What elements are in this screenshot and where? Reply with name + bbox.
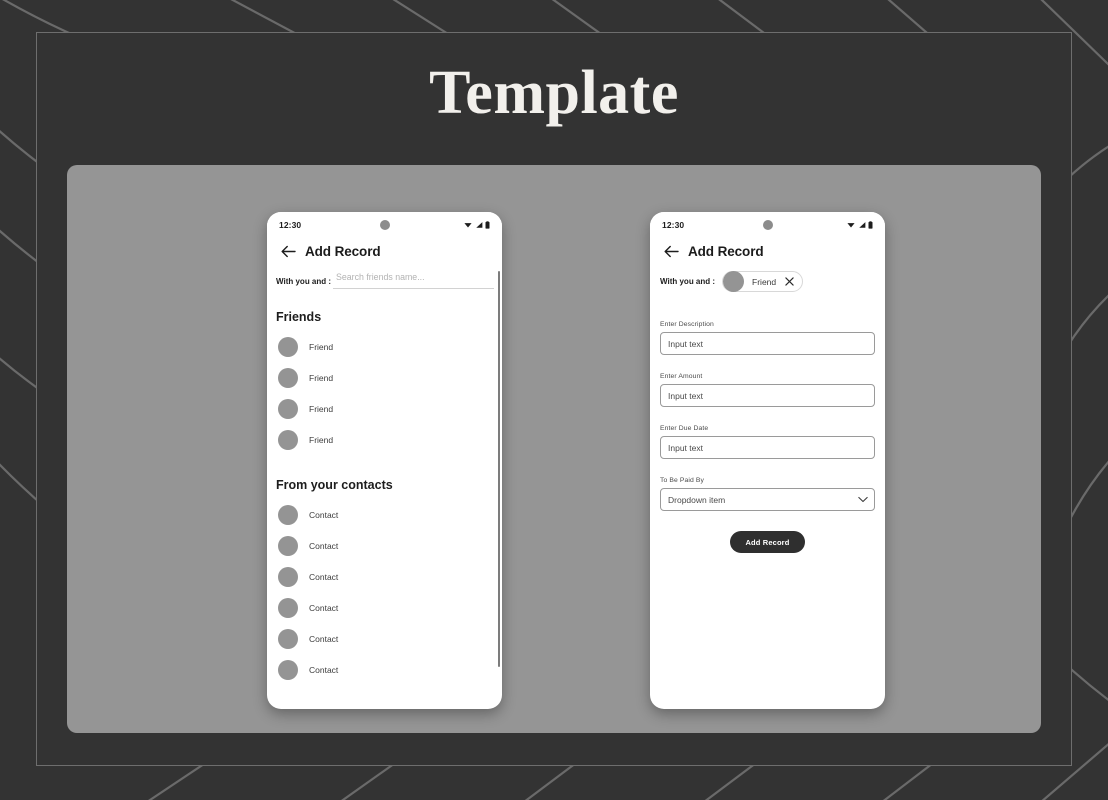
battery-icon <box>868 220 873 229</box>
camera-notch-icon <box>379 220 390 230</box>
person-name: Friend <box>309 434 334 445</box>
camera-notch-icon <box>762 220 773 230</box>
paid-by-dropdown[interactable]: Dropdown item <box>660 488 875 511</box>
friends-list: Friend Friend Friend Friend <box>267 331 502 455</box>
status-bar-left: 12:30 <box>267 212 502 237</box>
avatar <box>723 271 745 292</box>
selected-friend-chip[interactable]: Friend <box>722 271 804 292</box>
scrollbar[interactable] <box>497 271 500 667</box>
app-bar-right: Add Record <box>650 237 885 267</box>
person-name: Contact <box>309 571 339 582</box>
submit-row: Add Record <box>660 531 875 553</box>
person-name: Friend <box>309 403 334 414</box>
list-item[interactable]: Contact <box>267 654 502 685</box>
status-icons <box>464 220 490 229</box>
person-name: Contact <box>309 633 339 644</box>
dropdown-wrapper: Dropdown item <box>660 488 875 511</box>
chip-label: Friend <box>752 276 777 287</box>
search-input[interactable] <box>336 272 494 282</box>
app-bar-title: Add Record <box>688 244 764 259</box>
list-item[interactable]: Friend <box>267 362 502 393</box>
add-record-button[interactable]: Add Record <box>730 531 805 553</box>
avatar <box>278 398 298 419</box>
field-to-be-paid-by: To Be Paid By Dropdown item <box>660 477 875 511</box>
field-label: To Be Paid By <box>660 477 704 484</box>
wifi-icon <box>847 222 855 228</box>
avatar <box>278 504 298 525</box>
add-record-form: Enter Description Enter Amount Enter Due… <box>650 321 885 553</box>
screenshot-root: Template 12:30 Add Record With you and:… <box>0 0 1108 800</box>
list-item[interactable]: Contact <box>267 530 502 561</box>
canvas-panel <box>67 165 1041 733</box>
list-item[interactable]: Friend <box>267 393 502 424</box>
status-icons <box>847 220 873 229</box>
friends-section-title: Friends <box>276 310 322 324</box>
person-name: Friend <box>309 372 334 383</box>
contacts-list: Contact Contact Contact Contact Contact <box>267 499 502 685</box>
person-name: Contact <box>309 664 339 675</box>
list-item[interactable]: Friend <box>267 331 502 362</box>
description-input[interactable] <box>660 332 875 355</box>
field-amount: Enter Amount <box>660 373 875 407</box>
app-bar-title: Add Record <box>305 244 381 259</box>
dropdown-selected-value: Dropdown item <box>668 494 726 505</box>
avatar <box>278 566 298 587</box>
app-bar-left: Add Record <box>267 237 502 267</box>
with-you-and-label: With you and : <box>660 277 716 286</box>
phone-right-body: With you and : Friend Enter Description <box>650 267 885 709</box>
status-bar-right: 12:30 <box>650 212 885 237</box>
field-label: Enter Due Date <box>660 425 709 432</box>
page-title: Template <box>429 59 679 127</box>
list-item[interactable]: Contact <box>267 592 502 623</box>
avatar <box>278 628 298 649</box>
status-time: 12:30 <box>279 219 302 230</box>
field-label: Enter Description <box>660 321 714 328</box>
battery-icon <box>485 220 490 229</box>
status-time: 12:30 <box>662 219 685 230</box>
list-item[interactable]: Friend <box>267 424 502 455</box>
avatar <box>278 535 298 556</box>
search-field-wrapper <box>333 267 494 289</box>
amount-input[interactable] <box>660 384 875 407</box>
signal-icon <box>475 221 482 228</box>
chevron-down-icon[interactable] <box>858 495 868 505</box>
list-item[interactable]: Contact <box>267 499 502 530</box>
with-you-and-label: With you and : <box>276 277 332 286</box>
back-arrow-icon[interactable] <box>664 244 679 259</box>
contacts-section-title: From your contacts <box>276 478 393 492</box>
search-row: With you and : <box>267 267 502 289</box>
avatar <box>278 597 298 618</box>
person-name: Contact <box>309 540 339 551</box>
list-item[interactable]: Contact <box>267 623 502 654</box>
avatar <box>278 659 298 680</box>
person-name: Contact <box>309 509 339 520</box>
person-name: Contact <box>309 602 339 613</box>
avatar <box>278 429 298 450</box>
close-icon[interactable] <box>784 277 794 287</box>
signal-icon <box>858 221 865 228</box>
phone-mockup-left: 12:30 Add Record With you and: Search f… <box>267 212 502 709</box>
field-due-date: Enter Due Date <box>660 425 875 459</box>
person-name: Friend <box>309 341 334 352</box>
phone-left-body: With you and : Friends Friend Friend Fri… <box>267 267 502 709</box>
field-description: Enter Description <box>660 321 875 355</box>
avatar <box>278 367 298 388</box>
avatar <box>278 336 298 357</box>
wifi-icon <box>464 222 472 228</box>
list-item[interactable]: Contact <box>267 561 502 592</box>
phone-mockup-right: 12:30 Add Record With you and: Friend E… <box>650 212 885 709</box>
chip-row: With you and : Friend <box>650 267 885 292</box>
due-date-input[interactable] <box>660 436 875 459</box>
field-label: Enter Amount <box>660 373 703 380</box>
back-arrow-icon[interactable] <box>281 244 296 259</box>
